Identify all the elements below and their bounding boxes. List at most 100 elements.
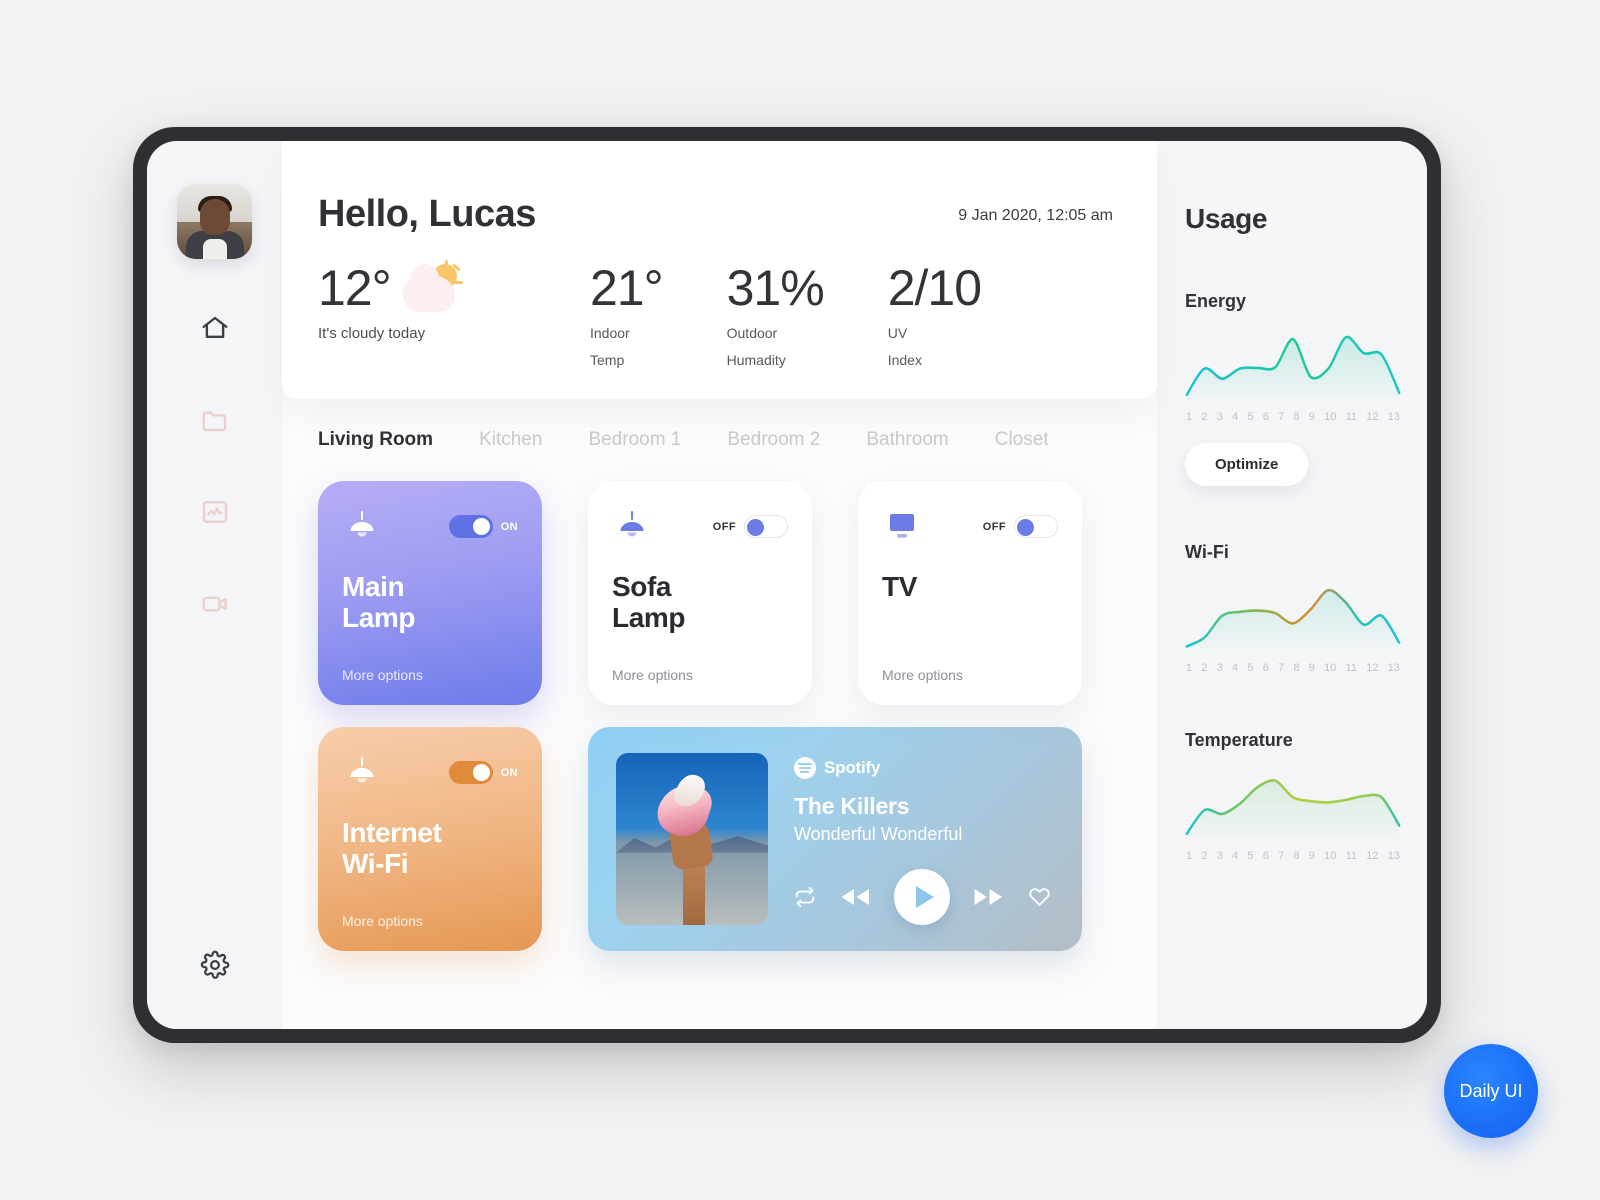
user-avatar[interactable] [177,184,252,259]
axis-tick: 13 [1387,662,1400,674]
sidebar-item-cameras[interactable] [198,587,232,621]
axis-tick: 12 [1366,411,1379,423]
more-options-link[interactable]: More options [342,667,518,683]
folder-icon [202,411,226,432]
rewind-icon[interactable] [838,886,872,908]
device-title: Internet Wi-Fi [342,817,518,880]
stat-label-line1: UV [887,324,908,341]
video-camera-icon [202,596,227,612]
device-title: Main Lamp [342,571,518,634]
tab-kitchen[interactable]: Kitchen [479,429,542,451]
more-options-link[interactable]: More options [612,667,788,683]
dashboard-screen: Hello, Lucas 9 Jan 2020, 12:05 am 12° It… [147,141,1427,1029]
device-title-line2: Lamp [342,602,416,634]
tab-bathroom[interactable]: Bathroom [866,429,948,451]
sidebar-item-settings[interactable] [198,950,232,1029]
forward-icon[interactable] [972,886,1006,908]
temperature-chart [1185,779,1401,838]
stat-label-line2: Temp [590,351,625,368]
energy-axis: 1 2 3 4 5 6 7 8 9 10 11 12 13 [1185,411,1401,423]
media-player-card[interactable]: Spotify The Killers Wonderful Wonderful [588,726,1082,951]
toggle-switch[interactable] [1014,515,1058,539]
stat-value: 2/10 [887,260,982,316]
energy-chart [1185,335,1401,399]
sidebar-item-files[interactable] [198,403,232,437]
activity-icon [202,501,227,523]
device-toggle-sofa-lamp[interactable]: OFF [712,515,788,539]
wifi-axis: 1 2 3 4 5 6 7 8 9 10 11 12 13 [1185,662,1401,674]
device-toggle-internet-wifi[interactable]: ON [448,761,518,785]
wifi-chart [1185,588,1401,650]
device-card-tv[interactable]: OFF TV More options [858,480,1082,705]
stat-label-line1: Indoor [590,324,630,341]
device-title-line1: Sofa [612,570,672,602]
device-card-internet-wifi[interactable]: ON Internet Wi-Fi More options [318,726,542,951]
device-title-line2: Wi-Fi [342,848,409,880]
device-card-sofa-lamp[interactable]: OFF Sofa Lamp More options [588,480,812,705]
metric-temperature: Temperature 1 2 3 4 5 6 7 8 9 10 11 12 1… [1185,730,1401,862]
axis-tick: 9 [1308,411,1315,423]
device-title: TV [882,571,1058,602]
heart-icon[interactable] [1028,885,1051,908]
sidebar-nav [198,311,232,621]
stat-value: 31% [726,260,825,316]
axis-tick: 2 [1201,850,1208,862]
play-icon[interactable] [894,868,950,925]
toggle-state-label: ON [500,520,518,533]
service-name: Spotify [824,757,881,777]
axis-tick: 12 [1366,662,1379,674]
page-title: Hello, Lucas [318,193,536,235]
partly-cloudy-icon [399,260,463,314]
metric-label: Temperature [1185,730,1293,750]
axis-tick: 10 [1324,411,1337,423]
optimize-button[interactable]: Optimize [1185,443,1309,486]
device-cards: ON Main Lamp More options OFF Sofa Lamp … [282,469,1157,951]
axis-tick: 7 [1278,850,1285,862]
toggle-switch[interactable] [448,515,493,539]
device-toggle-main-lamp[interactable]: ON [448,515,518,539]
toggle-switch[interactable] [448,761,493,785]
spotify-icon [794,756,816,779]
device-card-main-lamp[interactable]: ON Main Lamp More options [318,480,542,705]
daily-ui-badge: Daily UI [1444,1044,1538,1138]
device-title-line1: TV [882,570,917,602]
tab-closet[interactable]: Closet [995,429,1049,451]
axis-tick: 5 [1247,662,1254,674]
gear-icon [200,950,229,979]
axis-tick: 6 [1262,411,1269,423]
axis-tick: 8 [1293,850,1300,862]
stat-outdoor-humidity: 31% Outdoor Humadity [726,260,825,369]
axis-tick: 8 [1293,662,1300,674]
tab-bedroom-1[interactable]: Bedroom 1 [588,429,681,451]
axis-tick: 10 [1324,850,1337,862]
track-artist: The Killers [794,792,910,819]
axis-tick: 6 [1262,850,1269,862]
stat-weather: 12° It's cloudy today [318,260,588,343]
device-title-line1: Main [342,570,405,602]
sidebar-item-statistics[interactable] [198,495,232,529]
screenshot-stage: Hello, Lucas 9 Jan 2020, 12:05 am 12° It… [0,0,1600,1200]
usage-title: Usage [1185,203,1268,234]
repeat-icon[interactable] [794,886,816,908]
device-toggle-tv[interactable]: OFF [983,515,1058,539]
metric-wifi: Wi-Fi 1 2 3 4 5 6 7 8 9 10 11 12 13 [1185,542,1401,674]
axis-tick: 11 [1345,662,1357,674]
toggle-state-label: OFF [712,520,736,533]
metric-label: Energy [1185,291,1247,311]
home-icon [202,316,227,338]
tab-living-room[interactable]: Living Room [318,429,433,451]
sidebar-item-home[interactable] [198,311,232,345]
track-album: Wonderful Wonderful [794,823,963,844]
pendant-lamp-icon [612,507,652,547]
axis-tick: 7 [1278,411,1285,423]
temperature-axis: 1 2 3 4 5 6 7 8 9 10 11 12 13 [1185,850,1401,862]
toggle-switch[interactable] [744,515,788,539]
tab-bedroom-2[interactable]: Bedroom 2 [727,429,820,451]
more-options-link[interactable]: More options [342,913,518,929]
pendant-lamp-icon [342,753,382,793]
pendant-lamp-icon [342,507,382,547]
room-tabs: Living Room Kitchen Bedroom 1 Bedroom 2 … [282,399,1157,469]
axis-tick: 9 [1308,850,1315,862]
more-options-link[interactable]: More options [882,667,1058,683]
weather-temp: 12° [318,260,392,316]
